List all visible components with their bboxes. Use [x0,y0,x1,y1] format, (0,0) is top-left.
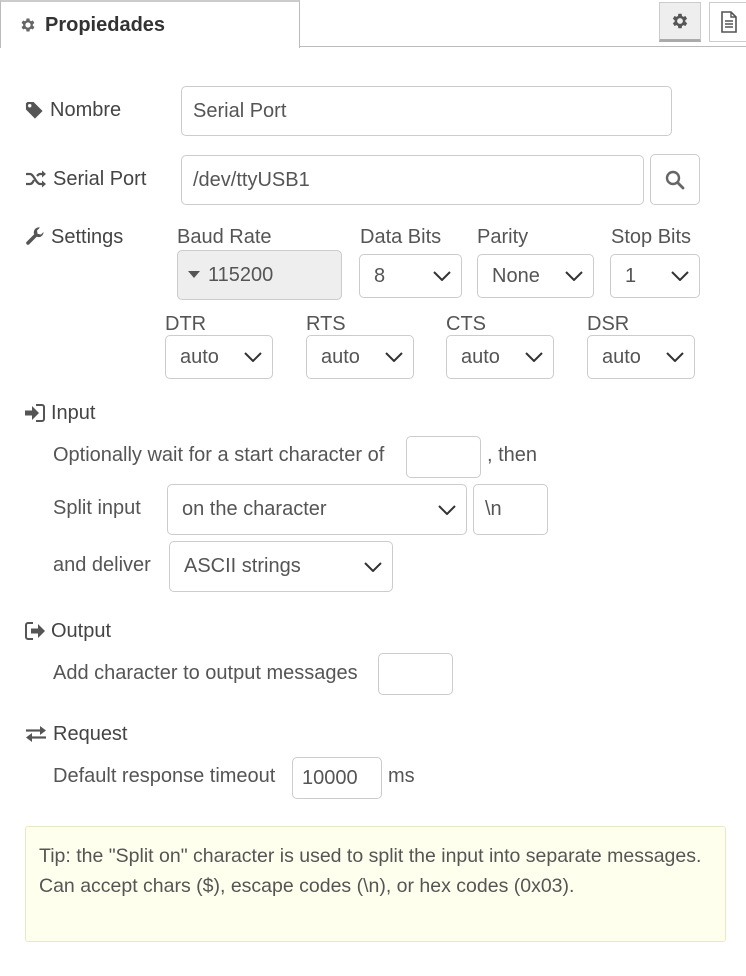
settings-label: Settings [25,224,123,250]
chevron-down-icon [385,352,403,362]
data-bits-select[interactable]: 8 [359,254,462,298]
rts-label: RTS [306,313,346,335]
dtr-label: DTR [165,313,207,335]
cts-label: CTS [446,313,486,335]
input-heading: Input [25,400,95,426]
chevron-down-icon [364,561,382,572]
tip-box: Tip: the "Split on" character is used to… [25,826,726,942]
wait-start-char-text: Optionally wait for a start character of [53,444,385,466]
output-char-input[interactable] [378,653,453,695]
gear-icon [672,13,688,29]
wrench-icon [26,227,44,245]
timeout-input[interactable]: 10000 [292,757,382,799]
serial-port-search-button[interactable] [650,154,700,205]
start-char-input[interactable] [406,436,481,478]
output-heading: Output [25,618,111,644]
chevron-down-icon [244,352,262,362]
tag-icon [25,101,43,119]
chevron-down-icon [671,271,689,281]
chevron-down-icon [438,504,456,515]
sign-out-icon [25,622,45,640]
add-char-text: Add character to output messages [53,662,358,684]
deliver-select[interactable]: ASCII strings [169,541,393,592]
dsr-select[interactable]: auto [587,335,695,379]
shuffle-icon [26,170,46,188]
timeout-unit: ms [388,765,415,787]
tab-properties[interactable]: Propiedades [0,0,300,48]
document-icon [721,11,737,33]
dsr-label: DSR [587,313,630,335]
split-char-input[interactable]: \n [473,484,548,535]
chevron-down-icon [666,352,684,362]
caret-down-icon [188,271,200,278]
serial-port-input[interactable]: /dev/ttyUSB1 [181,155,644,205]
stop-bits-label: Stop Bits [611,226,692,248]
name-label: Nombre [25,97,121,123]
chevron-down-icon [433,271,451,281]
dtr-select[interactable]: auto [165,335,273,379]
tip-text: Tip: the "Split on" character is used to… [39,845,702,897]
search-icon [665,170,685,189]
tab-properties-label: Propiedades [45,13,166,36]
timeout-text: Default response timeout [53,765,276,787]
rts-select[interactable]: auto [306,335,414,379]
name-input[interactable]: Serial Port [181,86,672,136]
serial-port-label: Serial Port [25,166,146,192]
exchange-icon [26,726,46,742]
sign-in-icon [25,404,45,422]
description-tab-button[interactable] [709,2,746,42]
gear-icon [21,18,35,32]
data-bits-label: Data Bits [360,226,442,248]
request-heading: Request [25,721,128,747]
split-input-select[interactable]: on the character [167,484,467,535]
stop-bits-select[interactable]: 1 [610,254,700,298]
parity-label: Parity [477,226,529,248]
split-input-label: Split input [53,497,141,519]
tab-bar: Propiedades [0,0,746,48]
cts-select[interactable]: auto [446,335,554,379]
deliver-label: and deliver [53,554,151,576]
chevron-down-icon [525,352,543,362]
then-text: , then [487,444,538,466]
baud-rate-input[interactable]: 115200 [177,250,342,300]
chevron-down-icon [565,271,583,281]
baud-rate-label: Baud Rate [177,226,272,248]
parity-select[interactable]: None [477,254,594,298]
settings-tab-button[interactable] [659,2,701,42]
